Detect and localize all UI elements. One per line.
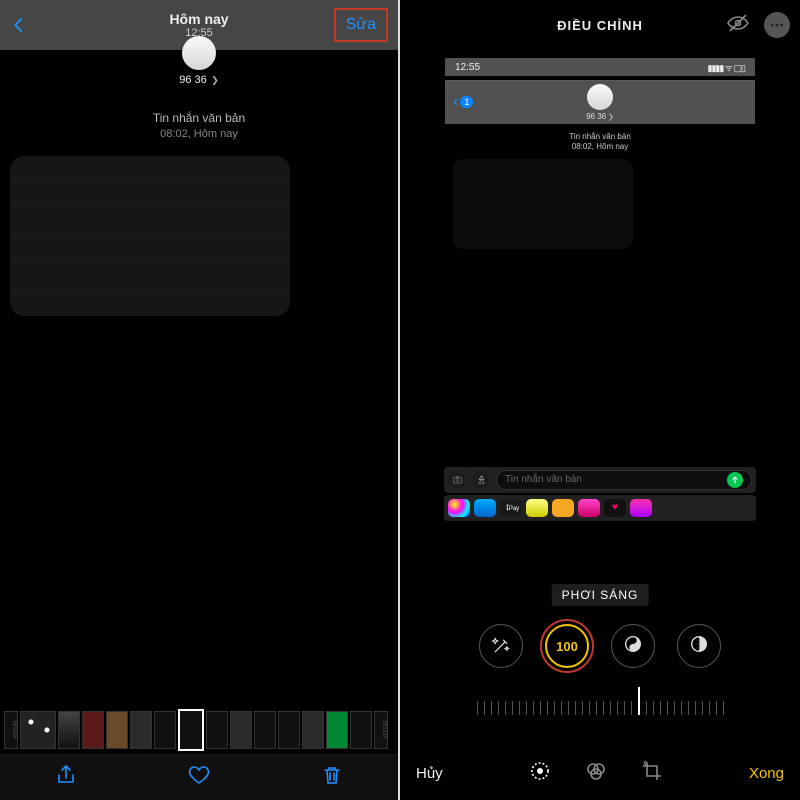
yin-yang-icon (622, 633, 644, 655)
thumbnail[interactable]: BISOF (4, 711, 18, 749)
photo-edit-pane: ĐIỀU CHỈNH 12:55 ▮▮▮▮ ᯤ ▢▯ ‹ 1 96 36 ❯ T… (400, 0, 800, 800)
thumbnail[interactable] (302, 711, 324, 749)
share-button[interactable] (54, 763, 78, 792)
heart-icon (187, 763, 211, 787)
edit-nav-bar: ĐIỀU CHỈNH (400, 0, 800, 50)
signal-wifi-battery-icon: ▮▮▮▮ ᯤ ▢▯ (708, 61, 746, 74)
preview-time: 12:55 (455, 62, 480, 73)
thumbnail-selected[interactable] (178, 709, 204, 751)
thumbnail[interactable] (254, 711, 276, 749)
toggle-preview-button[interactable] (726, 11, 750, 40)
thumbnail[interactable] (326, 711, 348, 749)
thumbnail[interactable] (278, 711, 300, 749)
app-store-button (472, 471, 490, 489)
send-button (727, 472, 743, 488)
preview-sender-name: 96 36 ❯ (586, 112, 614, 121)
app-icon: ♥ (604, 499, 626, 517)
crop-rotate-icon (640, 759, 664, 783)
preview-message-type: Tin nhắn văn bản (445, 132, 755, 142)
screenshot-subject-header: 96 36 ❯ (0, 54, 398, 86)
thumbnail[interactable] (20, 711, 56, 749)
cancel-button[interactable]: Hủy (416, 765, 443, 782)
edit-bottom-bar: Hủy Xong (400, 746, 800, 800)
delete-button[interactable] (320, 763, 344, 792)
adjustment-dials-row: 100 (400, 624, 800, 668)
thumbnail[interactable] (106, 711, 128, 749)
edit-button[interactable]: Sửa (334, 8, 388, 42)
message-input: Tin nhắn văn bản (496, 470, 752, 490)
thumbnail[interactable] (350, 711, 372, 749)
favorite-button[interactable] (187, 763, 211, 792)
camera-button (448, 471, 466, 489)
thumbnail[interactable]: BISOF (374, 711, 388, 749)
filters-tab[interactable] (584, 759, 608, 788)
app-store-icon (476, 474, 487, 485)
back-button[interactable] (10, 10, 28, 41)
thumbnail[interactable] (154, 711, 176, 749)
preview-app-drawer: 【Pay ♥ (444, 495, 756, 521)
chevron-right-icon: ❯ (209, 75, 219, 85)
app-icon (578, 499, 600, 517)
photos-detail-pane: Hôm nay 12:55 Sửa 96 36 ❯ Tin nhắn văn b… (0, 0, 400, 800)
done-button[interactable]: Xong (749, 765, 784, 782)
nav-title: Hôm nay (169, 11, 228, 27)
apple-pay-icon: 【Pay (500, 499, 522, 517)
half-circle-icon (688, 633, 710, 655)
photo-thumbnail-strip[interactable]: BISOF BISOF (0, 708, 398, 752)
preview-message-bubble-redacted (453, 159, 633, 249)
sender-name: 96 36 ❯ (0, 74, 398, 86)
slider-thumb[interactable] (638, 687, 640, 715)
app-icon (448, 499, 470, 517)
chevron-left-icon: ‹ (453, 93, 458, 111)
app-icon (630, 499, 652, 517)
auto-enhance-dial[interactable] (479, 624, 523, 668)
message-meta: Tin nhắn văn bản 08:02, Hôm nay (0, 110, 398, 142)
adjust-tab[interactable] (528, 759, 552, 788)
preview-status-bar: 12:55 ▮▮▮▮ ᯤ ▢▯ (445, 58, 755, 76)
avatar (587, 84, 613, 110)
input-placeholder: Tin nhắn văn bản (505, 474, 582, 485)
preview-back-button: ‹ 1 (453, 93, 473, 111)
edit-nav-title: ĐIỀU CHỈNH (557, 18, 643, 33)
app-icon (526, 499, 548, 517)
bottom-toolbar (0, 754, 398, 800)
thumbnail[interactable] (206, 711, 228, 749)
preview-input-row: Tin nhắn văn bản (444, 467, 756, 493)
trash-icon (320, 763, 344, 787)
more-icon (769, 17, 785, 33)
more-button[interactable] (764, 12, 790, 38)
share-icon (54, 763, 78, 787)
thumbnail[interactable] (82, 711, 104, 749)
arrow-up-icon (730, 475, 740, 485)
preview-message-meta: Tin nhắn văn bản 08:02, Hôm nay (445, 132, 755, 153)
thumbnail[interactable] (130, 711, 152, 749)
preview-conversation-header: ‹ 1 96 36 ❯ (445, 80, 755, 124)
chevron-right-icon: ❯ (606, 114, 614, 121)
chevron-left-icon (10, 16, 28, 34)
edit-preview-canvas[interactable]: 12:55 ▮▮▮▮ ᯤ ▢▯ ‹ 1 96 36 ❯ Tin nhắn văn… (445, 58, 755, 249)
message-type-label: Tin nhắn văn bản (0, 110, 398, 127)
filters-icon (584, 759, 608, 783)
app-icon (474, 499, 496, 517)
crop-tab[interactable] (640, 759, 664, 788)
app-icon (552, 499, 574, 517)
brilliance-dial[interactable] (611, 624, 655, 668)
magic-wand-icon (491, 636, 511, 656)
active-adjustment-label: PHƠI SÁNG (552, 584, 649, 606)
preview-message-time: 08:02, Hôm nay (445, 142, 755, 152)
message-time-label: 08:02, Hôm nay (0, 127, 398, 142)
thumbnail[interactable] (230, 711, 252, 749)
unread-badge: 1 (460, 96, 473, 108)
adjustment-slider[interactable] (460, 684, 740, 718)
exposure-dial[interactable]: 100 (545, 624, 589, 668)
avatar (182, 36, 216, 70)
adjust-icon (528, 759, 552, 783)
camera-icon (452, 474, 463, 485)
eye-off-icon (726, 11, 750, 35)
message-bubble-redacted (10, 156, 290, 316)
thumbnail[interactable] (58, 711, 80, 749)
highlights-dial[interactable] (677, 624, 721, 668)
